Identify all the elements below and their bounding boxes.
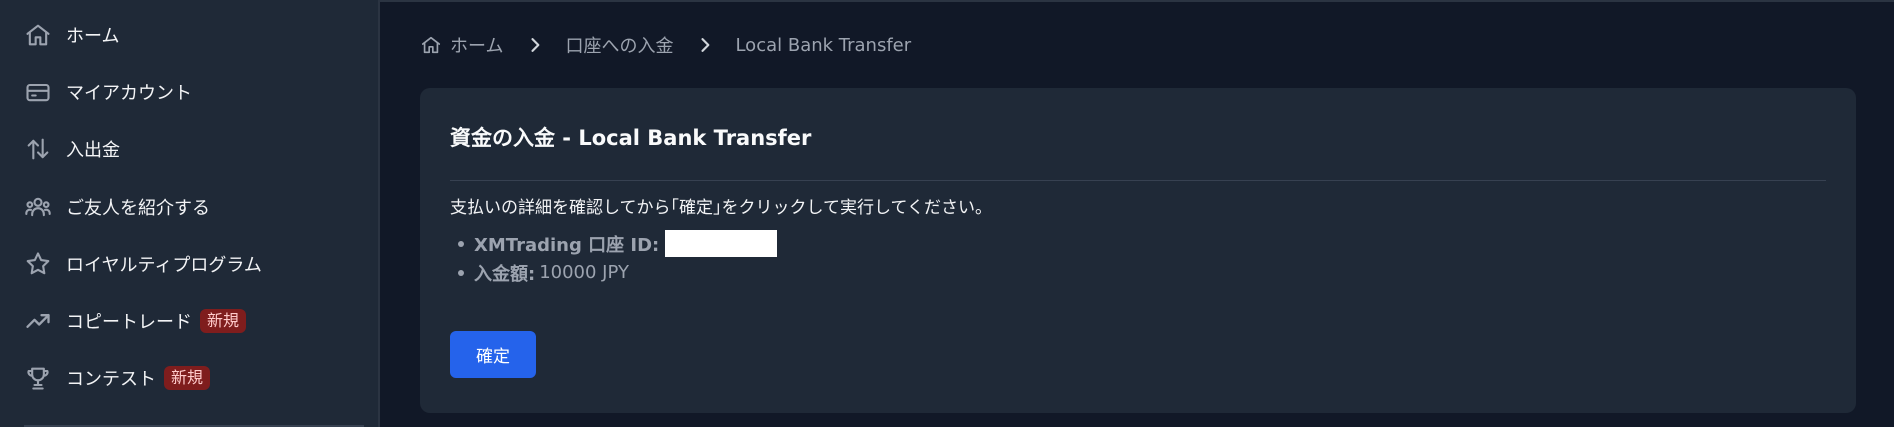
sidebar-item-copy-trade[interactable]: コピートレード 新規	[0, 292, 378, 349]
sidebar-item-label: 入出金	[66, 140, 120, 162]
bullet	[458, 240, 464, 247]
sidebar-item-label: コンテスト	[66, 369, 156, 391]
breadcrumb-deposit[interactable]: 口座への入金	[565, 32, 673, 58]
sidebar-item-home[interactable]: ホーム	[0, 6, 378, 63]
trophy-icon	[24, 364, 52, 392]
bullet	[458, 269, 464, 276]
sidebar: ホーム マイアカウント 入出金 ご友人を紹介する ロイヤルティプログラム コピー…	[0, 0, 380, 427]
deposit-card: 資金の入金 - Local Bank Transfer 支払いの詳細を確認してか…	[420, 88, 1856, 413]
users-icon	[24, 193, 52, 221]
detail-label: 入金額:	[474, 263, 536, 285]
sidebar-item-my-account[interactable]: マイアカウント	[0, 63, 378, 120]
star-icon	[24, 250, 52, 278]
sidebar-item-refer-friend[interactable]: ご友人を紹介する	[0, 178, 378, 235]
breadcrumb-label: 口座への入金	[565, 36, 674, 57]
chevron-right-icon	[531, 38, 540, 52]
home-icon	[421, 36, 441, 54]
sidebar-item-loyalty[interactable]: ロイヤルティプログラム	[0, 235, 378, 292]
masked-account-id	[665, 230, 778, 257]
sidebar-item-label: マイアカウント	[66, 82, 192, 104]
sidebar-item-contest[interactable]: コンテスト 新規	[0, 350, 378, 407]
detail-amount: 入金額: 10000 JPY	[450, 258, 1826, 287]
confirm-button[interactable]: 確定	[450, 331, 536, 378]
main-content: ホーム 口座への入金 Local Bank Transfer 資金の入金 - L…	[380, 0, 1894, 427]
detail-account-id: XMTrading 口座 ID:	[450, 229, 1826, 258]
trending-up-icon	[24, 307, 52, 335]
detail-label: XMTrading 口座 ID:	[474, 234, 660, 256]
new-badge: 新規	[164, 366, 211, 391]
card-icon	[24, 78, 52, 106]
breadcrumb: ホーム 口座への入金 Local Bank Transfer	[420, 2, 1856, 88]
chevron-right-icon	[701, 38, 710, 52]
details-list: XMTrading 口座 ID: 入金額: 10000 JPY	[450, 229, 1826, 287]
card-divider	[450, 180, 1826, 181]
transfer-arrows-icon	[24, 135, 52, 163]
home-icon	[24, 21, 52, 49]
app-root: ホーム マイアカウント 入出金 ご友人を紹介する ロイヤルティプログラム コピー…	[0, 0, 1894, 427]
sidebar-item-label: ご友人を紹介する	[66, 197, 210, 219]
instruction-text: 支払いの詳細を確認してから｢確定｣をクリックして実行してください。	[450, 198, 992, 218]
breadcrumb-current: Local Bank Transfer	[735, 35, 911, 56]
sidebar-item-deposit-withdraw[interactable]: 入出金	[0, 121, 378, 178]
sidebar-item-label: コピートレード	[66, 312, 192, 334]
detail-value: 10000 JPY	[539, 262, 629, 283]
card-title: 資金の入金 - Local Bank Transfer	[450, 126, 812, 150]
breadcrumb-home[interactable]: ホーム	[420, 32, 503, 58]
breadcrumb-label: Local Bank Transfer	[735, 34, 912, 56]
sidebar-item-label: ロイヤルティプログラム	[66, 254, 262, 276]
breadcrumb-label: ホーム	[450, 36, 504, 57]
new-badge: 新規	[200, 309, 247, 334]
sidebar-item-label: ホーム	[66, 25, 120, 47]
